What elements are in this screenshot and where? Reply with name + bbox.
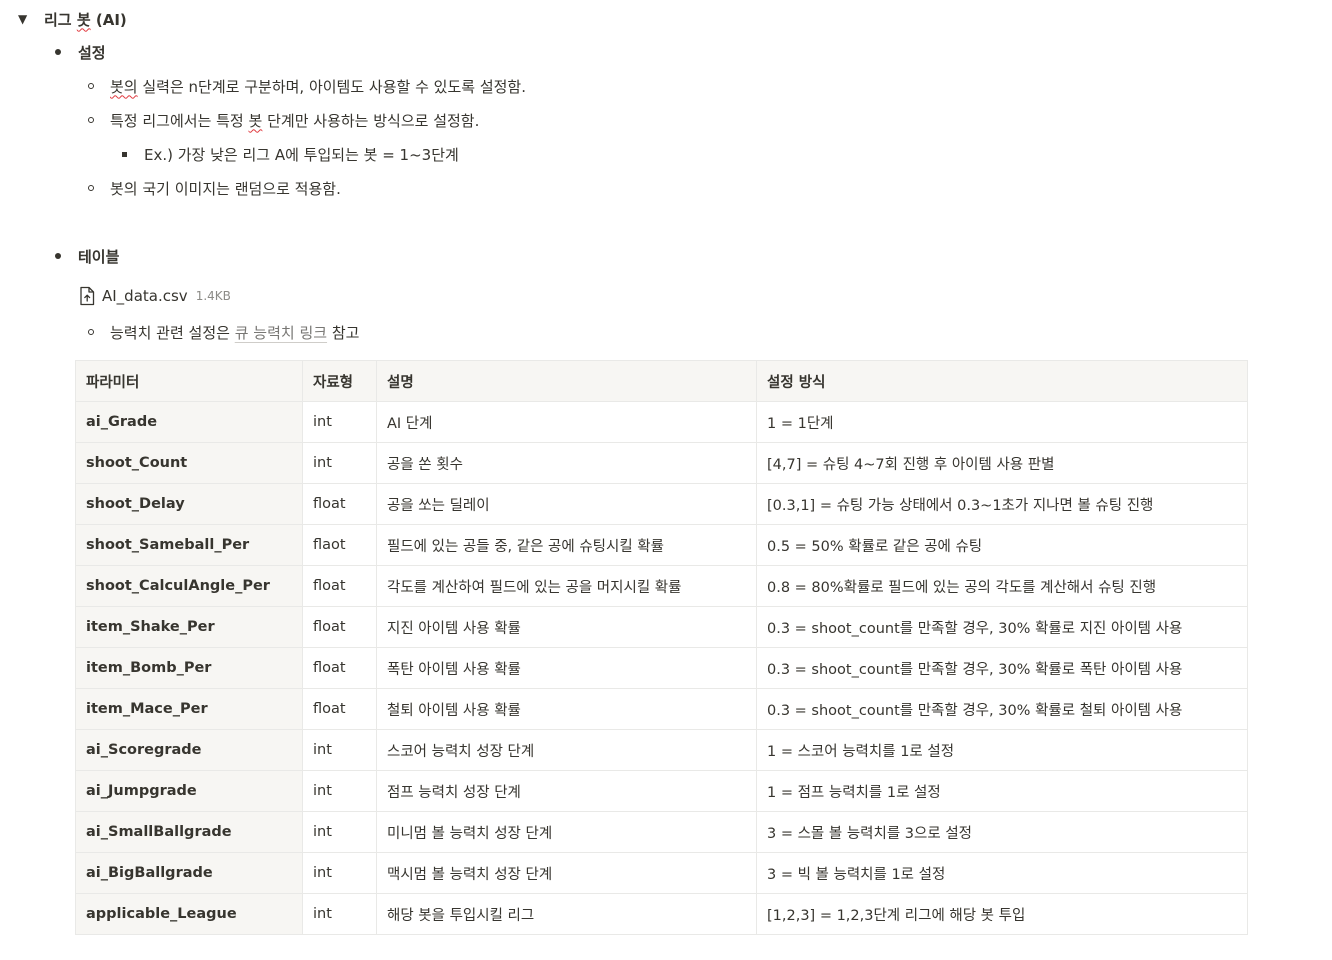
bullet-icon	[88, 329, 94, 335]
setting-cell: 3 = 빅 볼 능력치를 1로 설정	[756, 852, 1248, 894]
bullet-icon	[88, 117, 94, 123]
settings-item-1: 봇의 실력은 n단계로 구분하며, 아이템도 사용할 수 있도록 설정함.	[88, 74, 526, 98]
ability-link[interactable]: 큐 능력치 링크	[235, 324, 327, 342]
table-heading: 테이블	[78, 247, 120, 266]
spellcheck-word: 봇	[76, 10, 91, 29]
param-name-cell: item_Shake_Per	[75, 606, 303, 648]
setting-cell: [0.3,1] = 슈팅 가능 상태에서 0.3~1초가 지나면 볼 슈팅 진행	[756, 483, 1248, 525]
settings-heading: 설정	[78, 43, 106, 62]
description-cell: 폭탄 아이템 사용 확률	[376, 647, 757, 689]
param-name-cell: ai_SmallBallgrade	[75, 811, 303, 853]
spellcheck-word: 봇	[248, 111, 263, 130]
type-cell: float	[302, 565, 377, 607]
description-cell: 맥시멈 볼 능력치 성장 단계	[376, 852, 757, 894]
settings-heading-item: 설정	[55, 40, 106, 64]
setting-cell: 1 = 1단계	[756, 401, 1248, 443]
param-name-cell: item_Mace_Per	[75, 688, 303, 730]
column-header: 설정 방식	[756, 360, 1248, 402]
settings-item-3: 봇의 국기 이미지는 랜덤으로 적용함.	[88, 176, 341, 200]
settings-subitem: Ex.) 가장 낮은 리그 A에 투입되는 봇 = 1~3단계	[122, 142, 459, 166]
description-cell: 철퇴 아이템 사용 확률	[376, 688, 757, 730]
bullet-icon	[88, 83, 94, 89]
file-size: 1.4KB	[195, 289, 231, 303]
toggle-arrow-icon[interactable]: ▼	[18, 12, 36, 26]
type-cell: flaot	[302, 524, 377, 566]
bullet-icon	[88, 185, 94, 191]
column-header: 자료형	[302, 360, 377, 402]
type-cell: int	[302, 770, 377, 812]
setting-cell: [1,2,3] = 1,2,3단계 리그에 해당 봇 투입	[756, 893, 1248, 935]
table-row: item_Shake_Per float 지진 아이템 사용 확률 0.3 = sho…	[75, 606, 1248, 648]
column-header: 설명	[376, 360, 757, 402]
spellcheck-word: 봇의	[110, 77, 138, 96]
bullet-icon	[122, 151, 127, 157]
type-cell: float	[302, 606, 377, 648]
setting-cell: 1 = 점프 능력치를 1로 설정	[756, 770, 1248, 812]
table-row: ai_Jumpgrade int 점프 능력치 성장 단계 1 = 점프 능력치를 1…	[75, 770, 1248, 812]
description-cell: 공을 쏜 횟수	[376, 442, 757, 484]
param-name-cell: item_Bomb_Per	[75, 647, 303, 689]
settings-item-2: 특정 리그에서는 특정 봇 단계만 사용하는 방식으로 설정함.	[88, 108, 479, 132]
bullet-icon	[55, 253, 61, 259]
description-cell: 지진 아이템 사용 확률	[376, 606, 757, 648]
param-name-cell: shoot_CalculAngle_Per	[75, 565, 303, 607]
description-cell: 점프 능력치 성장 단계	[376, 770, 757, 812]
table-row: ai_Scoregrade int 스코어 능력치 성장 단계 1 = 스코어 능력치…	[75, 729, 1248, 771]
file-attachment[interactable]: AI_data.csv 1.4KB	[78, 284, 231, 308]
setting-cell: 0.3 = shoot_count를 만족할 경우, 30% 확률로 지진 아이…	[756, 606, 1248, 648]
param-name-cell: shoot_Count	[75, 442, 303, 484]
param-name-cell: ai_Jumpgrade	[75, 770, 303, 812]
table-body: ai_Grade int AI 단계 1 = 1단계 shoot_Count int 공을 …	[75, 401, 1248, 935]
type-cell: float	[302, 688, 377, 730]
setting-cell: 1 = 스코어 능력치를 1로 설정	[756, 729, 1248, 771]
setting-cell: 0.3 = shoot_count를 만족할 경우, 30% 확률로 폭탄 아이…	[756, 647, 1248, 689]
setting-cell: 0.3 = shoot_count를 만족할 경우, 30% 확률로 철퇴 아이…	[756, 688, 1248, 730]
description-cell: 스코어 능력치 성장 단계	[376, 729, 757, 771]
description-cell: 필드에 있는 공들 중, 같은 공에 슈팅시킬 확률	[376, 524, 757, 566]
parameter-table: 파라미터 자료형 설명 설정 방식 ai_Grade int AI 단계 1 = 1단…	[75, 360, 1248, 935]
param-name-cell: ai_Grade	[75, 401, 303, 443]
description-cell: 공을 쏘는 딜레이	[376, 483, 757, 525]
type-cell: int	[302, 811, 377, 853]
file-name[interactable]: AI_data.csv	[102, 287, 188, 305]
toggle-block[interactable]: ▼ 리그 봇 (AI)	[18, 6, 127, 32]
file-upload-icon	[80, 286, 95, 306]
param-name-cell: applicable_League	[75, 893, 303, 935]
type-cell: int	[302, 729, 377, 771]
setting-cell: 3 = 스몰 볼 능력치를 3으로 설정	[756, 811, 1248, 853]
param-name-cell: shoot_Delay	[75, 483, 303, 525]
param-name-cell: ai_Scoregrade	[75, 729, 303, 771]
type-cell: int	[302, 442, 377, 484]
table-row: ai_BigBallgrade int 맥시멈 볼 능력치 성장 단계 3 = 빅 볼…	[75, 852, 1248, 894]
setting-cell: 0.5 = 50% 확률로 같은 공에 슈팅	[756, 524, 1248, 566]
type-cell: float	[302, 647, 377, 689]
param-name-cell: ai_BigBallgrade	[75, 852, 303, 894]
setting-cell: [4,7] = 슈팅 4~7회 진행 후 아이템 사용 판별	[756, 442, 1248, 484]
table-row: applicable_League int 해당 봇을 투입시킬 리그 [1,2,3]…	[75, 893, 1248, 935]
bullet-icon	[55, 49, 61, 55]
table-header-row: 파라미터 자료형 설명 설정 방식	[75, 360, 1248, 402]
table-row: shoot_Sameball_Per flaot 필드에 있는 공들 중, 같은 공…	[75, 524, 1248, 566]
table-row: item_Bomb_Per float 폭탄 아이템 사용 확률 0.3 = shoo…	[75, 647, 1248, 689]
table-row: item_Mace_Per float 철퇴 아이템 사용 확률 0.3 = shoo…	[75, 688, 1248, 730]
setting-cell: 0.8 = 80%확률로 필드에 있는 공의 각도를 계산해서 슈팅 진행	[756, 565, 1248, 607]
table-heading-item: 테이블	[55, 244, 119, 268]
table-row: ai_SmallBallgrade int 미니멈 볼 능력치 성장 단계 3 = 스…	[75, 811, 1248, 853]
column-header: 파라미터	[75, 360, 303, 402]
toggle-title: 리그 봇 (AI)	[44, 10, 127, 29]
table-row: shoot_CalculAngle_Per float 각도를 계산하여 필드에 있…	[75, 565, 1248, 607]
type-cell: int	[302, 401, 377, 443]
table-row: shoot_Count int 공을 쏜 횟수 [4,7] = 슈팅 4~7회 진행 …	[75, 442, 1248, 484]
table-row: ai_Grade int AI 단계 1 = 1단계	[75, 401, 1248, 443]
description-cell: 해당 봇을 투입시킬 리그	[376, 893, 757, 935]
description-cell: 각도를 계산하여 필드에 있는 공을 머지시킬 확률	[376, 565, 757, 607]
type-cell: int	[302, 893, 377, 935]
description-cell: AI 단계	[376, 401, 757, 443]
table-note-item: 능력치 관련 설정은 큐 능력치 링크 참고	[88, 320, 359, 344]
type-cell: float	[302, 483, 377, 525]
param-name-cell: shoot_Sameball_Per	[75, 524, 303, 566]
description-cell: 미니멈 볼 능력치 성장 단계	[376, 811, 757, 853]
table-row: shoot_Delay float 공을 쏘는 딜레이 [0.3,1] = 슈팅 가능…	[75, 483, 1248, 525]
type-cell: int	[302, 852, 377, 894]
